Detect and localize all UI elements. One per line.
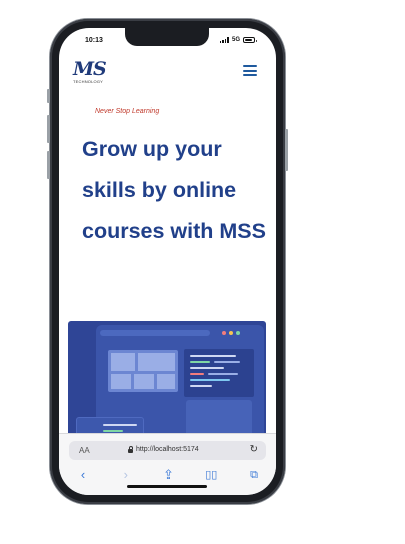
notch bbox=[125, 28, 209, 46]
chevron-right-icon[interactable]: › bbox=[116, 468, 136, 482]
hero-tagline: Never Stop Learning bbox=[95, 108, 160, 115]
volume-down-button bbox=[47, 151, 50, 179]
power-button bbox=[285, 129, 288, 171]
volume-up-button bbox=[47, 115, 50, 143]
hero-headline: Grow up your skills by online courses wi… bbox=[82, 137, 266, 243]
battery-icon bbox=[243, 37, 257, 43]
signal-icon bbox=[219, 37, 229, 43]
status-indicators: 5G bbox=[219, 37, 257, 43]
image-grid-graphic bbox=[108, 350, 178, 392]
address-bar[interactable]: AA http://localhost:5174 ↻ bbox=[69, 441, 266, 460]
status-time: 10:13 bbox=[85, 37, 103, 44]
hamburger-menu-icon[interactable] bbox=[243, 65, 257, 76]
home-indicator bbox=[127, 485, 207, 488]
browser-toolbar: ‹ › ⇪ ▯▯ ⧉ bbox=[59, 465, 276, 485]
phone-frame: 10:13 5G MS TECHNOLOGY Never Stop Learni… bbox=[47, 19, 288, 504]
url-display[interactable]: http://localhost:5174 bbox=[128, 445, 199, 453]
phone-screen: 10:13 5G MS TECHNOLOGY Never Stop Learni… bbox=[59, 28, 276, 495]
mute-switch bbox=[47, 89, 50, 103]
logo-subtitle: TECHNOLOGY bbox=[73, 79, 104, 84]
url-text: http://localhost:5174 bbox=[136, 446, 199, 453]
reload-icon[interactable]: ↻ bbox=[250, 444, 258, 455]
site-logo[interactable]: MS TECHNOLOGY bbox=[73, 58, 113, 88]
tabs-icon[interactable]: ⧉ bbox=[244, 468, 264, 482]
logo-mark: MS bbox=[73, 58, 107, 80]
code-lines-graphic bbox=[184, 349, 254, 397]
lock-icon bbox=[128, 445, 133, 453]
share-icon[interactable]: ⇪ bbox=[159, 468, 179, 482]
network-label: 5G bbox=[231, 37, 240, 43]
chevron-left-icon[interactable]: ‹ bbox=[73, 468, 93, 482]
text-size-button[interactable]: AA bbox=[79, 446, 90, 455]
book-icon[interactable]: ▯▯ bbox=[201, 468, 221, 482]
